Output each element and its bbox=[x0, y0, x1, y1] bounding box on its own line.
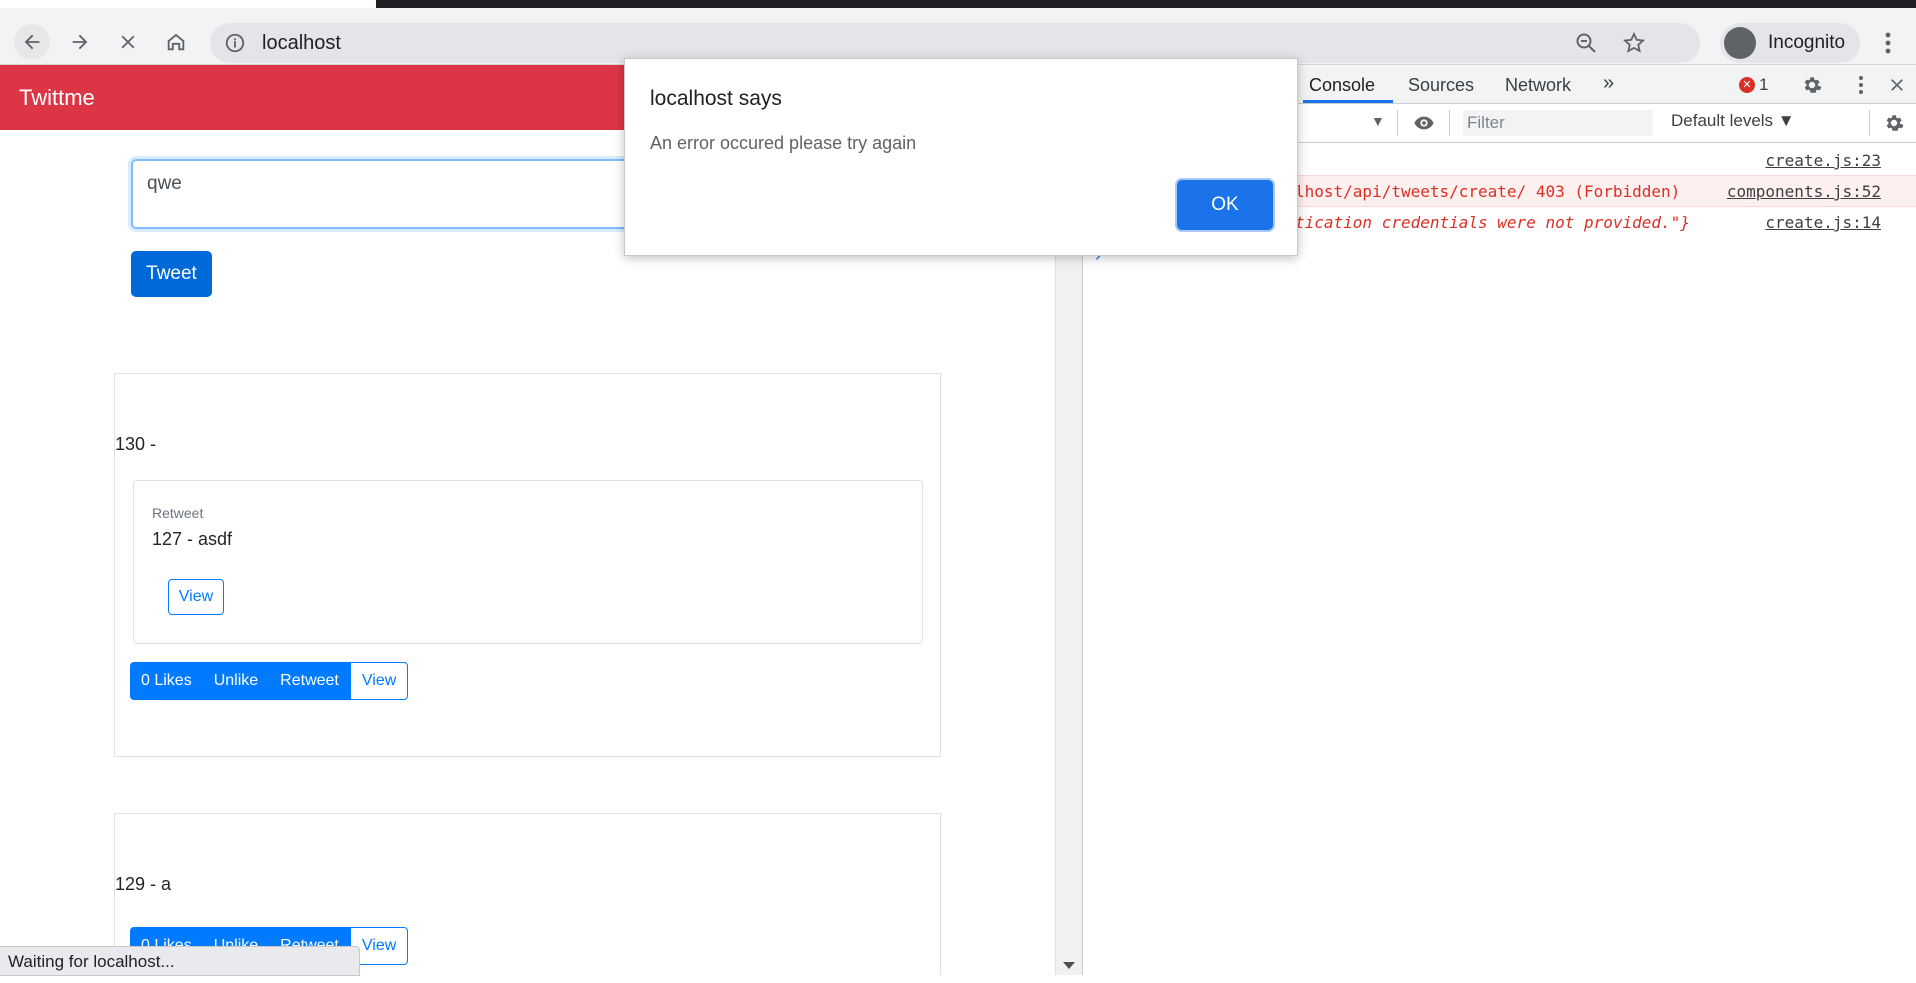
more-vertical-icon[interactable] bbox=[1855, 73, 1867, 97]
like-button[interactable]: 0 Likes bbox=[130, 662, 203, 700]
address-bar[interactable]: localhost bbox=[210, 23, 1700, 63]
alert-dialog: localhost says An error occured please t… bbox=[624, 58, 1298, 256]
tab-console[interactable]: Console bbox=[1309, 75, 1375, 96]
url-text[interactable]: localhost bbox=[262, 32, 341, 55]
tweet-text: 130 - bbox=[115, 434, 157, 454]
error-message[interactable]: lhost/api/tweets/create/ 403 (Forbidden) bbox=[1295, 182, 1680, 201]
home-icon bbox=[167, 33, 185, 51]
ok-button[interactable]: OK bbox=[1177, 180, 1273, 230]
back-button[interactable] bbox=[14, 24, 50, 60]
scroll-down-arrow-icon[interactable] bbox=[1063, 962, 1075, 969]
retweet-card: Retweet 127 - asdf View bbox=[133, 480, 923, 644]
retweet-view-button[interactable]: View bbox=[168, 579, 224, 615]
unlike-button[interactable]: Unlike bbox=[202, 662, 270, 700]
arrow-right-icon bbox=[72, 34, 88, 50]
console-filter-input[interactable]: Filter bbox=[1463, 110, 1653, 136]
retweet-text: 127 - asdf bbox=[152, 529, 233, 549]
more-vertical-icon bbox=[1885, 32, 1891, 54]
log-source-link[interactable]: create.js:14 bbox=[1765, 213, 1881, 232]
more-tabs-button[interactable]: » bbox=[1603, 72, 1614, 95]
bookmark-star-icon[interactable] bbox=[1622, 31, 1646, 55]
zoom-out-icon[interactable] bbox=[1574, 31, 1598, 55]
tab-sources[interactable]: Sources bbox=[1408, 75, 1474, 96]
console-settings-gear-icon[interactable] bbox=[1883, 112, 1905, 134]
forward-button[interactable] bbox=[62, 24, 98, 60]
status-text: Waiting for localhost... bbox=[8, 952, 175, 971]
tweet-text: 129 - a bbox=[115, 874, 172, 894]
retweet-label: Retweet bbox=[152, 505, 204, 521]
browser-toolbar: localhost Incognito bbox=[0, 8, 1916, 65]
dialog-title: localhost says bbox=[650, 87, 782, 110]
arrow-left-icon bbox=[24, 34, 40, 50]
stop-loading-button[interactable] bbox=[110, 24, 146, 60]
browser-menu-button[interactable] bbox=[1876, 28, 1900, 58]
info-icon[interactable] bbox=[224, 32, 246, 54]
retweet-button[interactable]: Retweet bbox=[269, 662, 350, 700]
view-button[interactable]: View bbox=[349, 662, 409, 700]
tab-network[interactable]: Network bbox=[1505, 75, 1571, 96]
close-icon[interactable] bbox=[1887, 75, 1907, 95]
close-icon bbox=[121, 35, 135, 49]
brand-link[interactable]: Twittme bbox=[19, 85, 95, 111]
context-dropdown-arrow-icon[interactable]: ▼ bbox=[1371, 113, 1385, 129]
log-source-link[interactable]: components.js:52 bbox=[1727, 182, 1881, 201]
tweet-button[interactable]: Tweet bbox=[131, 251, 212, 297]
incognito-label: Incognito bbox=[1768, 32, 1846, 53]
filter-placeholder: Filter bbox=[1467, 113, 1505, 132]
incognito-profile-button[interactable]: Incognito bbox=[1720, 23, 1860, 63]
eye-icon[interactable] bbox=[1412, 112, 1436, 134]
error-count[interactable]: 1 bbox=[1759, 75, 1768, 95]
dialog-message: An error occured please try again bbox=[650, 133, 917, 153]
log-message: tication credentials were not provided."… bbox=[1295, 213, 1690, 232]
gear-icon[interactable] bbox=[1801, 74, 1823, 96]
log-source-link[interactable]: create.js:23 bbox=[1765, 151, 1881, 170]
tweet-input-value: qwe bbox=[147, 173, 182, 194]
home-button[interactable] bbox=[158, 24, 194, 60]
active-tab-indicator bbox=[1303, 100, 1393, 103]
error-icon[interactable]: ✕ bbox=[1739, 77, 1755, 93]
tweet-card: 130 - Retweet 127 - asdf View 0 Likes Un… bbox=[114, 373, 941, 757]
tab-strip bbox=[0, 0, 1916, 8]
tweet-actions: 0 Likes Unlike Retweet View bbox=[130, 662, 409, 700]
log-levels-dropdown[interactable]: Default levels ▼ bbox=[1671, 111, 1795, 131]
status-bar: Waiting for localhost... bbox=[0, 946, 360, 976]
incognito-icon bbox=[1724, 27, 1756, 59]
